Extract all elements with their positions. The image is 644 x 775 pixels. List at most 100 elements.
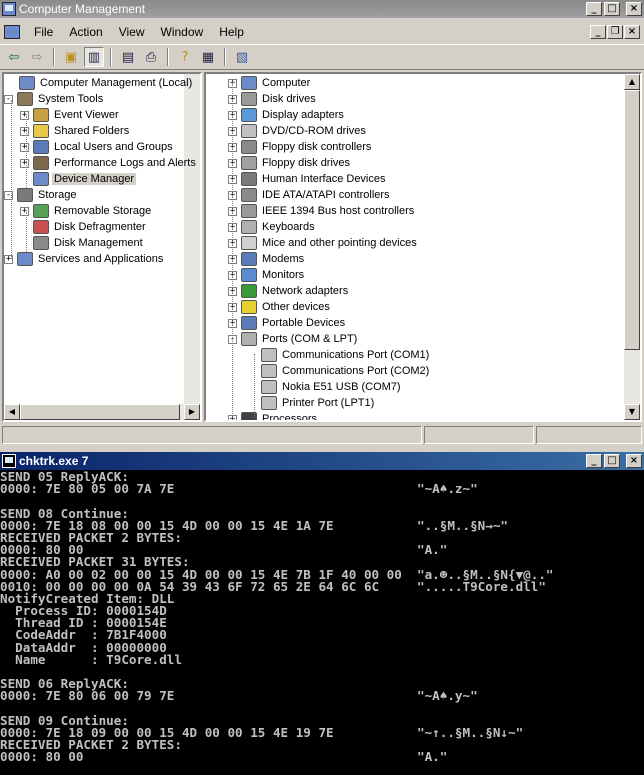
- users-icon: [33, 140, 49, 154]
- menu-action[interactable]: Action: [61, 25, 110, 39]
- defrag-icon: [33, 220, 49, 234]
- menu-file[interactable]: File: [26, 25, 61, 39]
- scroll-left-button[interactable]: ◀: [4, 404, 20, 420]
- status-panel-1: [2, 426, 422, 444]
- console-close-button[interactable]: ×: [626, 454, 642, 468]
- device-label: Modems: [262, 253, 305, 265]
- scroll-right-button[interactable]: ▶: [184, 404, 200, 420]
- tree-item[interactable]: + Performance Logs and Alerts: [20, 155, 198, 171]
- tree-item[interactable]: - Storage: [4, 187, 79, 203]
- expand-icon[interactable]: +: [20, 142, 29, 152]
- device-category[interactable]: + Modems: [228, 251, 306, 267]
- console-tree[interactable]: ◀ ▶ Computer Management (Local) - System T…: [2, 72, 202, 422]
- device-label: Printer Port (LPT1): [282, 397, 375, 409]
- child-restore-button[interactable]: ❐: [607, 25, 623, 39]
- console-minimize-button[interactable]: _: [586, 454, 602, 468]
- tree-item[interactable]: + Event Viewer: [20, 107, 121, 123]
- scan-hardware-icon[interactable]: ▧: [232, 47, 252, 67]
- menu-view[interactable]: View: [111, 25, 153, 39]
- menu-window[interactable]: Window: [153, 25, 212, 39]
- tree-horizontal-scrollbar[interactable]: ◀ ▶: [4, 404, 200, 420]
- print-icon[interactable]: ⎙: [141, 47, 161, 67]
- tree-item-label: System Tools: [38, 93, 104, 105]
- device-category[interactable]: + Mice and other pointing devices: [228, 235, 419, 251]
- port-icon: [261, 396, 277, 410]
- forward-icon[interactable]: ⇨: [27, 47, 47, 67]
- device-category[interactable]: - Ports (COM & LPT): [228, 331, 359, 347]
- tree-item[interactable]: + Services and Applications: [4, 251, 165, 267]
- device-category[interactable]: + Monitors: [228, 267, 306, 283]
- device-label: Mice and other pointing devices: [262, 237, 417, 249]
- maximize-button[interactable]: □: [604, 2, 620, 16]
- scroll-down-button[interactable]: ▼: [624, 404, 640, 420]
- removable-storage-icon: [33, 204, 49, 218]
- menu-help[interactable]: Help: [211, 25, 252, 39]
- port-icon: [261, 364, 277, 378]
- device-list[interactable]: ▲ ▼ + Computer + Disk drives + Display adapte…: [204, 72, 642, 422]
- device-category[interactable]: + Network adapters: [228, 283, 350, 299]
- expand-icon[interactable]: +: [20, 158, 29, 168]
- device-category[interactable]: + Floppy disk drives: [228, 155, 352, 171]
- tree-item-label: Shared Folders: [54, 125, 130, 137]
- modem-icon: [241, 252, 257, 266]
- computer-management-icon: [2, 2, 16, 16]
- expand-icon[interactable]: +: [20, 126, 29, 136]
- device-category[interactable]: + Keyboards: [228, 219, 317, 235]
- device-category[interactable]: + Processors: [228, 411, 319, 420]
- device-label: Communications Port (COM2): [282, 365, 430, 377]
- child-close-button[interactable]: ×: [624, 25, 640, 39]
- ports-icon: [241, 332, 257, 346]
- scroll-thumb[interactable]: [20, 404, 180, 420]
- tree-vertical-scrollbar[interactable]: [184, 74, 200, 404]
- tree-item[interactable]: Disk Defragmenter: [20, 219, 148, 235]
- device-item[interactable]: Nokia E51 USB (COM7): [248, 379, 403, 395]
- tree-item[interactable]: Device Manager: [20, 171, 137, 187]
- device-category[interactable]: + Other devices: [228, 299, 332, 315]
- device-category[interactable]: + IDE ATA/ATAPI controllers: [228, 187, 392, 203]
- tree-item[interactable]: + Shared Folders: [20, 123, 131, 139]
- mmc-icon[interactable]: [4, 25, 20, 39]
- expand-icon[interactable]: +: [20, 110, 29, 120]
- device-category[interactable]: + Floppy disk controllers: [228, 139, 373, 155]
- show-hide-tree-icon[interactable]: ▥: [84, 47, 104, 67]
- performance-icon: [33, 156, 49, 170]
- tree-item[interactable]: Disk Management: [20, 235, 145, 251]
- help-topics-icon[interactable]: ▦: [198, 47, 218, 67]
- device-label: Portable Devices: [262, 317, 346, 329]
- device-category[interactable]: + Display adapters: [228, 107, 346, 123]
- devices-scroll-thumb[interactable]: [624, 90, 640, 350]
- up-folder-icon[interactable]: ▣: [61, 47, 81, 67]
- console-output[interactable]: SEND 05 ReplyACK: 0000: 7E 80 05 00 7A 7E…: [0, 470, 644, 775]
- tree-item-label: Removable Storage: [54, 205, 152, 217]
- console-maximize-button[interactable]: □: [604, 454, 620, 468]
- minimize-button[interactable]: _: [586, 2, 602, 16]
- device-category[interactable]: + Human Interface Devices: [228, 171, 388, 187]
- console-titlebar[interactable]: chktrk.exe 7 _ □ ×: [0, 452, 644, 470]
- device-item[interactable]: Communications Port (COM1): [248, 347, 431, 363]
- tree-item[interactable]: Computer Management (Local): [6, 75, 194, 91]
- device-item[interactable]: Communications Port (COM2): [248, 363, 431, 379]
- back-icon[interactable]: ⇦: [4, 47, 24, 67]
- tree-item[interactable]: - System Tools: [4, 91, 105, 107]
- floppy-drive-icon: [241, 156, 257, 170]
- tree-item[interactable]: + Local Users and Groups: [20, 139, 175, 155]
- main-titlebar[interactable]: Computer Management _ □ ×: [0, 0, 644, 18]
- device-category[interactable]: + DVD/CD-ROM drives: [228, 123, 368, 139]
- tree-item[interactable]: + Removable Storage: [20, 203, 153, 219]
- device-item[interactable]: Printer Port (LPT1): [248, 395, 376, 411]
- help-icon[interactable]: ?: [175, 47, 195, 67]
- devices-vertical-scrollbar[interactable]: ▲ ▼: [624, 74, 640, 420]
- tree-item-label: Disk Management: [54, 237, 143, 249]
- child-minimize-button[interactable]: _: [590, 25, 606, 39]
- properties-icon[interactable]: ▤: [118, 47, 138, 67]
- mouse-icon: [241, 236, 257, 250]
- ieee1394-icon: [241, 204, 257, 218]
- expand-icon[interactable]: +: [20, 206, 29, 216]
- scroll-up-button[interactable]: ▲: [624, 74, 640, 90]
- console-line: 0000: 7E 80 06 00 79 7E "~A♠.y~": [0, 688, 478, 704]
- device-category[interactable]: + Portable Devices: [228, 315, 347, 331]
- device-category[interactable]: + Computer: [228, 75, 312, 91]
- device-category[interactable]: + Disk drives: [228, 91, 318, 107]
- close-button[interactable]: ×: [626, 2, 642, 16]
- device-category[interactable]: + IEEE 1394 Bus host controllers: [228, 203, 416, 219]
